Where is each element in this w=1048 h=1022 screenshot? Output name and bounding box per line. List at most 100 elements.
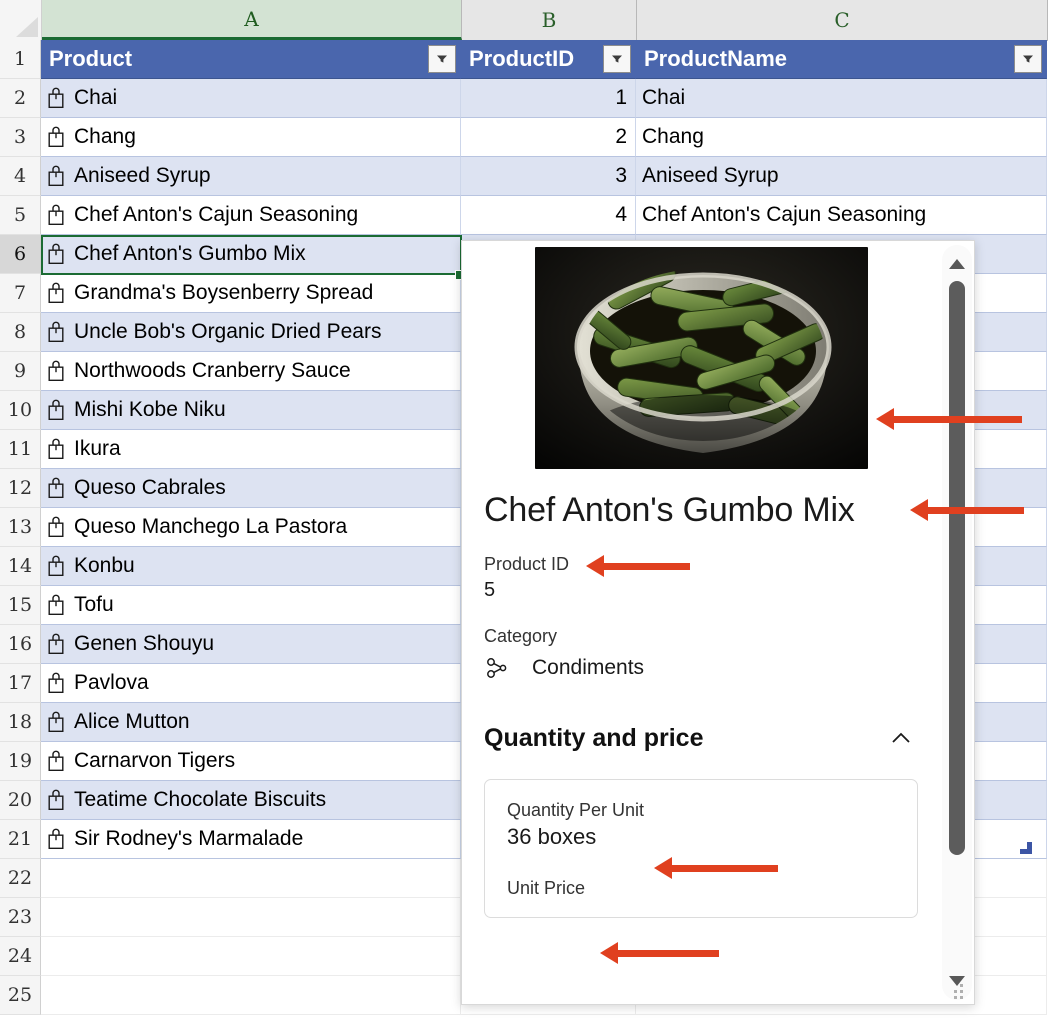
cell-b4[interactable]: 3 <box>461 157 636 196</box>
row-header-8[interactable]: 8 <box>0 313 41 352</box>
table-header-cell-c[interactable]: ProductName <box>636 40 1047 79</box>
product-cell-label: Chang <box>74 125 136 148</box>
product-cell-label: Sir Rodney's Marmalade <box>74 827 304 850</box>
table-header-label: Product <box>49 46 133 71</box>
table-header-cell-a[interactable]: Product <box>41 40 461 79</box>
product-cell-label: Aniseed Syrup <box>74 164 211 187</box>
cell-a22[interactable] <box>41 859 461 898</box>
select-all-corner[interactable] <box>0 0 42 40</box>
cell-a16[interactable]: Genen Shouyu <box>41 625 461 664</box>
cell-c4[interactable]: Aniseed Syrup <box>636 157 1047 196</box>
shopping-bag-icon <box>47 399 65 421</box>
row-header-14[interactable]: 14 <box>0 547 41 586</box>
shopping-bag-icon <box>47 789 65 811</box>
table-header-cell-b[interactable]: ProductID <box>461 40 636 79</box>
row-header-23[interactable]: 23 <box>0 898 41 937</box>
cell-a21[interactable]: Sir Rodney's Marmalade <box>41 820 461 859</box>
cell-c5[interactable]: Chef Anton's Cajun Seasoning <box>636 196 1047 235</box>
quantity-per-unit-value: 36 boxes <box>507 824 597 850</box>
row-header-10[interactable]: 10 <box>0 391 41 430</box>
cell-a25[interactable] <box>41 976 461 1015</box>
row-header-1[interactable]: 1 <box>0 40 41 79</box>
column-header-b[interactable]: B <box>462 0 637 40</box>
row-header-13[interactable]: 13 <box>0 508 41 547</box>
product-image <box>534 247 868 469</box>
cell-a10[interactable]: Mishi Kobe Niku <box>41 391 461 430</box>
row-header-6[interactable]: 6 <box>0 235 41 274</box>
chevron-up-icon[interactable] <box>884 721 918 755</box>
row-header-16[interactable]: 16 <box>0 625 41 664</box>
cell-b5[interactable]: 4 <box>461 196 636 235</box>
card-resize-grip-icon[interactable] <box>954 984 968 999</box>
category-value: Condiments <box>532 656 645 680</box>
column-header-a[interactable]: A <box>42 0 462 40</box>
row-header-18[interactable]: 18 <box>0 703 41 742</box>
cell-a13[interactable]: Queso Manchego La Pastora <box>41 508 461 547</box>
cell-a4[interactable]: Aniseed Syrup <box>41 157 461 196</box>
card-scrollbar[interactable] <box>942 245 972 1000</box>
cell-a17[interactable]: Pavlova <box>41 664 461 703</box>
scrollbar-thumb[interactable] <box>949 281 965 855</box>
cell-c3[interactable]: Chang <box>636 118 1047 157</box>
product-cell-label: Queso Manchego La Pastora <box>74 515 348 538</box>
row-header-5[interactable]: 5 <box>0 196 41 235</box>
column-header-c[interactable]: C <box>637 0 1048 40</box>
row-header-24[interactable]: 24 <box>0 937 41 976</box>
scrollbar-track[interactable] <box>949 281 965 964</box>
row-header-2[interactable]: 2 <box>0 79 41 118</box>
quantity-per-unit-label: Quantity Per Unit <box>507 800 645 821</box>
filter-dropdown-button-a[interactable] <box>428 45 456 73</box>
row-header-25[interactable]: 25 <box>0 976 41 1015</box>
row-header-7[interactable]: 7 <box>0 274 41 313</box>
cell-a6[interactable]: Chef Anton's Gumbo Mix <box>41 235 461 274</box>
cell-a12[interactable]: Queso Cabrales <box>41 469 461 508</box>
cell-c2[interactable]: Chai <box>636 79 1047 118</box>
table-resize-handle[interactable] <box>1018 840 1034 861</box>
shopping-bag-icon <box>47 243 65 265</box>
cell-b3[interactable]: 2 <box>461 118 636 157</box>
table-row[interactable]: 3 Chang 2 Chang <box>0 118 1048 157</box>
quantity-and-price-section-header[interactable]: Quantity and price <box>484 721 918 755</box>
row-header-19[interactable]: 19 <box>0 742 41 781</box>
row-header-15[interactable]: 15 <box>0 586 41 625</box>
cell-a14[interactable]: Konbu <box>41 547 461 586</box>
product-cell-label: Konbu <box>74 554 135 577</box>
row-header-9[interactable]: 9 <box>0 352 41 391</box>
row-header-17[interactable]: 17 <box>0 664 41 703</box>
product-cell-label: Mishi Kobe Niku <box>74 398 226 421</box>
cell-a20[interactable]: Teatime Chocolate Biscuits <box>41 781 461 820</box>
filter-dropdown-button-b[interactable] <box>603 45 631 73</box>
product-id-value: 5 <box>484 579 496 602</box>
table-row[interactable]: 1 Product ProductID ProductName <box>0 40 1048 79</box>
row-header-21[interactable]: 21 <box>0 820 41 859</box>
cell-a19[interactable]: Carnarvon Tigers <box>41 742 461 781</box>
filter-dropdown-button-c[interactable] <box>1014 45 1042 73</box>
column-header-row: A B C <box>0 0 1048 41</box>
row-header-20[interactable]: 20 <box>0 781 41 820</box>
scroll-up-arrow-icon[interactable] <box>942 249 972 279</box>
row-header-12[interactable]: 12 <box>0 469 41 508</box>
row-header-3[interactable]: 3 <box>0 118 41 157</box>
product-detail-card[interactable]: Chef Anton's Gumbo Mix Product ID 5 Cate… <box>461 240 975 1005</box>
table-row[interactable]: 2 Chai 1 Chai <box>0 79 1048 118</box>
cell-a15[interactable]: Tofu <box>41 586 461 625</box>
row-header-4[interactable]: 4 <box>0 157 41 196</box>
cell-a23[interactable] <box>41 898 461 937</box>
cell-a18[interactable]: Alice Mutton <box>41 703 461 742</box>
cell-a24[interactable] <box>41 937 461 976</box>
cell-b2[interactable]: 1 <box>461 79 636 118</box>
table-row[interactable]: 4 Aniseed Syrup 3 Aniseed Syrup <box>0 157 1048 196</box>
cell-a2[interactable]: Chai <box>41 79 461 118</box>
cell-a3[interactable]: Chang <box>41 118 461 157</box>
cell-a7[interactable]: Grandma's Boysenberry Spread <box>41 274 461 313</box>
row-header-11[interactable]: 11 <box>0 430 41 469</box>
cell-a5[interactable]: Chef Anton's Cajun Seasoning <box>41 196 461 235</box>
cell-a9[interactable]: Northwoods Cranberry Sauce <box>41 352 461 391</box>
cell-a11[interactable]: Ikura <box>41 430 461 469</box>
table-header-label: ProductName <box>644 46 788 71</box>
category-row[interactable]: Condiments <box>484 655 918 681</box>
table-row[interactable]: 5 Chef Anton's Cajun Seasoning 4 Chef Anton… <box>0 196 1048 235</box>
shopping-bag-icon <box>47 633 65 655</box>
row-header-22[interactable]: 22 <box>0 859 41 898</box>
cell-a8[interactable]: Uncle Bob's Organic Dried Pears <box>41 313 461 352</box>
